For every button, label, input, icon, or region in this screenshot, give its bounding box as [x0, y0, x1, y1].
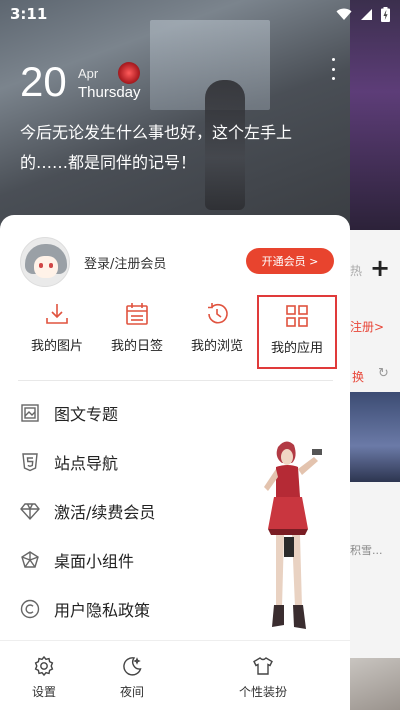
background-add-icon: +: [370, 254, 391, 282]
more-options-icon[interactable]: [328, 58, 338, 80]
menu-item-label: 桌面小组件: [54, 551, 135, 571]
quick-item-my-apps[interactable]: 我的应用: [257, 295, 337, 369]
quick-item-label: 我的应用: [270, 341, 323, 356]
settings-button[interactable]: 设置: [0, 641, 88, 710]
background-hot-label: 热: [350, 264, 363, 278]
quick-actions: 我的图片 我的日签 我的浏览 我的应用: [17, 295, 337, 369]
signal-icon: [360, 8, 373, 21]
status-time: 3:11: [10, 5, 48, 23]
image-frame-icon: [20, 403, 54, 423]
diamond-icon: [20, 501, 54, 521]
quick-item-my-daily-sign[interactable]: 我的日签: [97, 295, 177, 369]
menu-item-label: 激活/续费会员: [54, 502, 156, 522]
side-drawer: 登录/注册会员 开通会员 > 我的图片 我的日签 我的浏览 我的应用 图文专题 …: [0, 215, 350, 710]
calendar-icon: [124, 301, 150, 335]
quick-item-my-pictures[interactable]: 我的图片: [17, 295, 97, 369]
night-mode-label: 夜间: [119, 685, 144, 699]
status-bar: 3:11: [0, 0, 400, 28]
menu-item-label: 用户隐私政策: [54, 600, 151, 620]
divider: [18, 380, 333, 381]
background-thumbnail: [350, 392, 400, 482]
shirt-icon: [252, 655, 274, 683]
menu-item-label: 站点导航: [54, 453, 119, 473]
menu-item-label: 图文专题: [54, 404, 119, 424]
night-mode-button[interactable]: 夜间: [88, 641, 176, 710]
battery-icon: [381, 6, 390, 22]
quick-item-label: 我的图片: [30, 339, 83, 354]
drawer-menu: 图文专题 站点导航 激活/续费会员 桌面小组件 用户隐私政策: [20, 388, 230, 633]
background-register-link: 注册>: [350, 320, 385, 334]
date-month: Apr: [78, 66, 99, 81]
open-vip-button[interactable]: 开通会员 >: [246, 248, 334, 274]
profile-row[interactable]: 登录/注册会员: [20, 237, 166, 287]
background-caption: 积雪...: [350, 544, 383, 557]
personalize-button[interactable]: 个性装扮: [176, 641, 350, 710]
date-weekday: Thursday: [78, 84, 141, 101]
history-icon: [204, 301, 230, 335]
background-right-art: [350, 0, 400, 230]
menu-item-privacy-policy[interactable]: 用户隐私政策: [20, 584, 230, 633]
background-switch-label: 换: [352, 370, 365, 384]
character-illustration: [248, 437, 328, 637]
quick-item-label: 我的浏览: [190, 339, 243, 354]
daily-quote: 今后无论发生什么事也好，这个左手上的……都是同伴的记号！: [20, 123, 293, 172]
menu-item-activate-membership[interactable]: 激活/续费会员: [20, 486, 230, 535]
download-icon: [44, 301, 70, 335]
date-day: 20: [20, 58, 67, 105]
quick-item-my-history[interactable]: 我的浏览: [177, 295, 257, 369]
menu-item-site-navigation[interactable]: 站点导航: [20, 437, 230, 486]
apps-grid-icon: [284, 303, 310, 337]
copyright-icon: [20, 599, 54, 619]
refresh-icon: ↻: [378, 366, 389, 381]
personalize-label: 个性装扮: [238, 685, 287, 699]
quick-item-label: 我的日签: [110, 339, 163, 354]
wifi-icon: [336, 8, 352, 21]
avatar[interactable]: [20, 237, 70, 287]
menu-item-desktop-widgets[interactable]: 桌面小组件: [20, 535, 230, 584]
html5-icon: [20, 452, 54, 472]
login-register-link[interactable]: 登录/注册会员: [84, 253, 166, 272]
gear-icon: [33, 655, 55, 683]
menu-item-photo-topics[interactable]: 图文专题: [20, 388, 230, 437]
settings-label: 设置: [31, 685, 56, 699]
bottom-action-bar: 设置 夜间 个性装扮: [0, 641, 350, 710]
background-red-lamp: [118, 62, 140, 84]
widget-icon: [20, 550, 54, 570]
moon-icon: [121, 655, 143, 683]
header-background-art: [0, 0, 350, 230]
